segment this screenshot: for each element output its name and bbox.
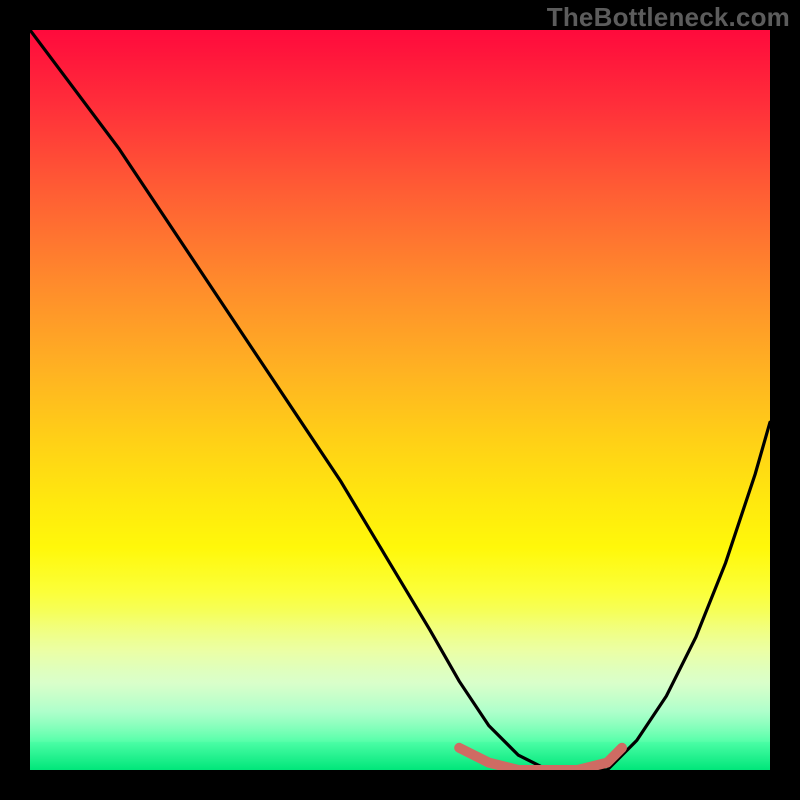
chart-frame: TheBottleneck.com <box>0 0 800 800</box>
plot-area <box>30 30 770 770</box>
watermark-text: TheBottleneck.com <box>547 2 790 33</box>
curve-layer <box>30 30 770 770</box>
bottleneck-curve <box>30 30 770 770</box>
optimal-zone-marker <box>459 748 622 770</box>
